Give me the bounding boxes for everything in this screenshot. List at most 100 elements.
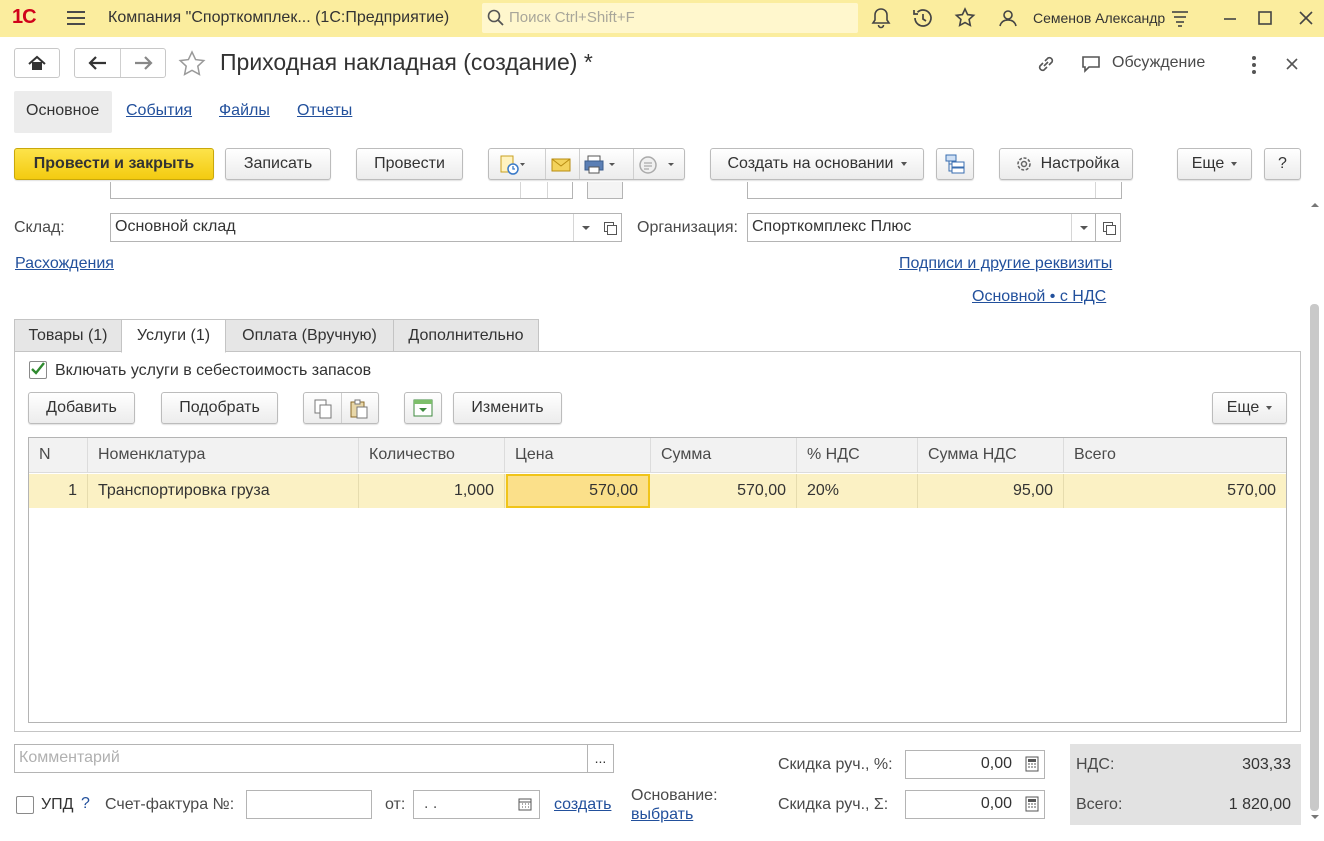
notifications-bell-icon[interactable] [869,6,893,30]
report-generate-icon[interactable] [497,154,525,176]
scroll-down-icon[interactable] [1310,812,1320,822]
tab-services[interactable]: Услуги (1) [121,319,226,353]
pick-button[interactable]: Подобрать [161,392,278,424]
global-search-input[interactable]: Поиск Ctrl+Shift+F [482,3,858,33]
more-vertical-icon[interactable] [1244,53,1264,77]
settings-menu-icon[interactable] [1168,6,1192,30]
invoice-number-field[interactable] [246,790,372,819]
discount-sum-field[interactable]: 0,00 [905,790,1045,819]
forward-arrow-icon[interactable] [121,49,166,77]
cell-qty[interactable]: 1,000 [359,474,505,508]
save-button[interactable]: Записать [225,148,331,180]
warehouse-dropdown-icon[interactable] [573,214,597,241]
post-button[interactable]: Провести [356,148,463,180]
email-icon[interactable] [549,155,573,175]
discussion-button[interactable]: Обсуждение [1112,54,1205,72]
main-menu-icon[interactable] [67,8,87,28]
cell-total[interactable]: 570,00 [1064,474,1286,508]
add-row-button[interactable]: Добавить [28,392,135,424]
change-button[interactable]: Изменить [453,392,562,424]
col-header-qty[interactable]: Количество [359,438,505,473]
calculator-icon[interactable] [1023,795,1041,813]
calendar-icon[interactable] [516,795,534,813]
services-table[interactable]: N Номенклатура Количество Цена Сумма % Н… [28,437,1287,723]
close-form-icon[interactable] [1282,54,1302,74]
cell-n[interactable]: 1 [29,474,88,508]
app-title: Компания "Спорткомплек... (1С:Предприяти… [108,9,450,26]
structure-button[interactable] [936,148,974,180]
scroll-up-icon[interactable] [1310,200,1320,210]
more-button[interactable]: Еще [1177,148,1252,180]
search-icon [487,9,504,26]
add-to-favorites-star-icon[interactable] [176,49,208,79]
settings-button[interactable]: Настройка [999,148,1133,180]
grand-total-label: Всего: [1076,796,1123,813]
col-header-item[interactable]: Номенклатура [88,438,359,473]
col-header-price[interactable]: Цена [505,438,651,473]
cell-vat-rate[interactable]: 20% [797,474,918,508]
history-icon[interactable] [911,6,935,30]
table-more-button[interactable]: Еще [1212,392,1287,424]
create-invoice-link[interactable]: создать [554,796,611,814]
col-header-vat-sum[interactable]: Сумма НДС [918,438,1064,473]
gear-icon [1016,157,1031,171]
cell-sum[interactable]: 570,00 [651,474,797,508]
close-window-icon[interactable] [1294,6,1318,30]
col-header-sum[interactable]: Сумма [651,438,797,473]
tab-additional[interactable]: Дополнительно [393,319,539,352]
fill-button[interactable] [404,392,442,424]
cell-price-selected[interactable]: 570,00 [506,474,650,508]
help-button[interactable]: ? [1264,148,1301,180]
print-icon[interactable] [583,154,623,176]
search-placeholder: Поиск Ctrl+Shift+F [509,9,635,26]
include-services-checkbox[interactable] [29,361,47,379]
discussion-icon[interactable] [1080,52,1104,76]
edo-icon[interactable] [637,154,681,176]
upd-help-icon[interactable]: ? [81,795,90,813]
create-based-on-button[interactable]: Создать на основании [710,148,924,180]
section-files[interactable]: Файлы [219,102,270,120]
table-header: N Номенклатура Количество Цена Сумма % Н… [29,438,1286,473]
section-events[interactable]: События [126,102,192,120]
organization-field[interactable]: Спорткомплекс Плюс [747,213,1096,242]
cell-vat-sum[interactable]: 95,00 [918,474,1064,508]
vat-total-label: НДС: [1076,756,1115,773]
cell-item[interactable]: Транспортировка груза [88,474,359,508]
invoice-date-field[interactable]: . . [413,790,540,819]
current-user[interactable]: Семенов Александр [1033,10,1165,26]
col-header-vat-rate[interactable]: % НДС [797,438,918,473]
back-arrow-icon[interactable] [75,49,120,77]
warehouse-field[interactable]: Основной склад [110,213,598,242]
tab-payment[interactable]: Оплата (Вручную) [225,319,394,352]
col-header-n[interactable]: N [29,438,88,473]
signatures-link[interactable]: Подписи и другие реквизиты [899,255,1112,273]
user-icon[interactable] [996,6,1020,30]
favorites-star-icon[interactable] [953,6,977,30]
paste-icon[interactable] [348,398,370,420]
section-reports[interactable]: Отчеты [297,102,352,120]
calculator-icon[interactable] [1023,755,1041,773]
basis-select-link[interactable]: выбрать [631,806,693,824]
home-button[interactable] [14,48,60,78]
copy-icon[interactable] [312,398,334,420]
tax-mode-link[interactable]: Основной • с НДС [972,288,1106,306]
section-main[interactable]: Основное [26,102,99,120]
discrepancies-link[interactable]: Расхождения [15,255,114,273]
link-icon[interactable] [1034,52,1058,76]
comment-expand-button[interactable]: ... [587,744,614,773]
tab-goods[interactable]: Товары (1) [14,319,122,352]
table-row[interactable]: 1 Транспортировка груза 1,000 570,00 570… [29,474,1286,508]
discount-pct-field[interactable]: 0,00 [905,750,1045,779]
maximize-icon[interactable] [1253,6,1277,30]
organization-open-icon[interactable] [1096,213,1121,242]
form-scrollbar[interactable] [1309,200,1320,825]
minimize-icon[interactable] [1218,6,1242,30]
upd-checkbox[interactable] [16,796,34,814]
organization-dropdown-icon[interactable] [1071,214,1095,241]
app-logo[interactable]: 1С [12,6,37,29]
warehouse-open-icon[interactable] [597,213,622,242]
comment-field[interactable]: Комментарий [14,744,588,773]
col-header-total[interactable]: Всего [1064,438,1286,473]
post-and-close-button[interactable]: Провести и закрыть [14,148,214,180]
scrollbar-thumb[interactable] [1310,304,1319,811]
